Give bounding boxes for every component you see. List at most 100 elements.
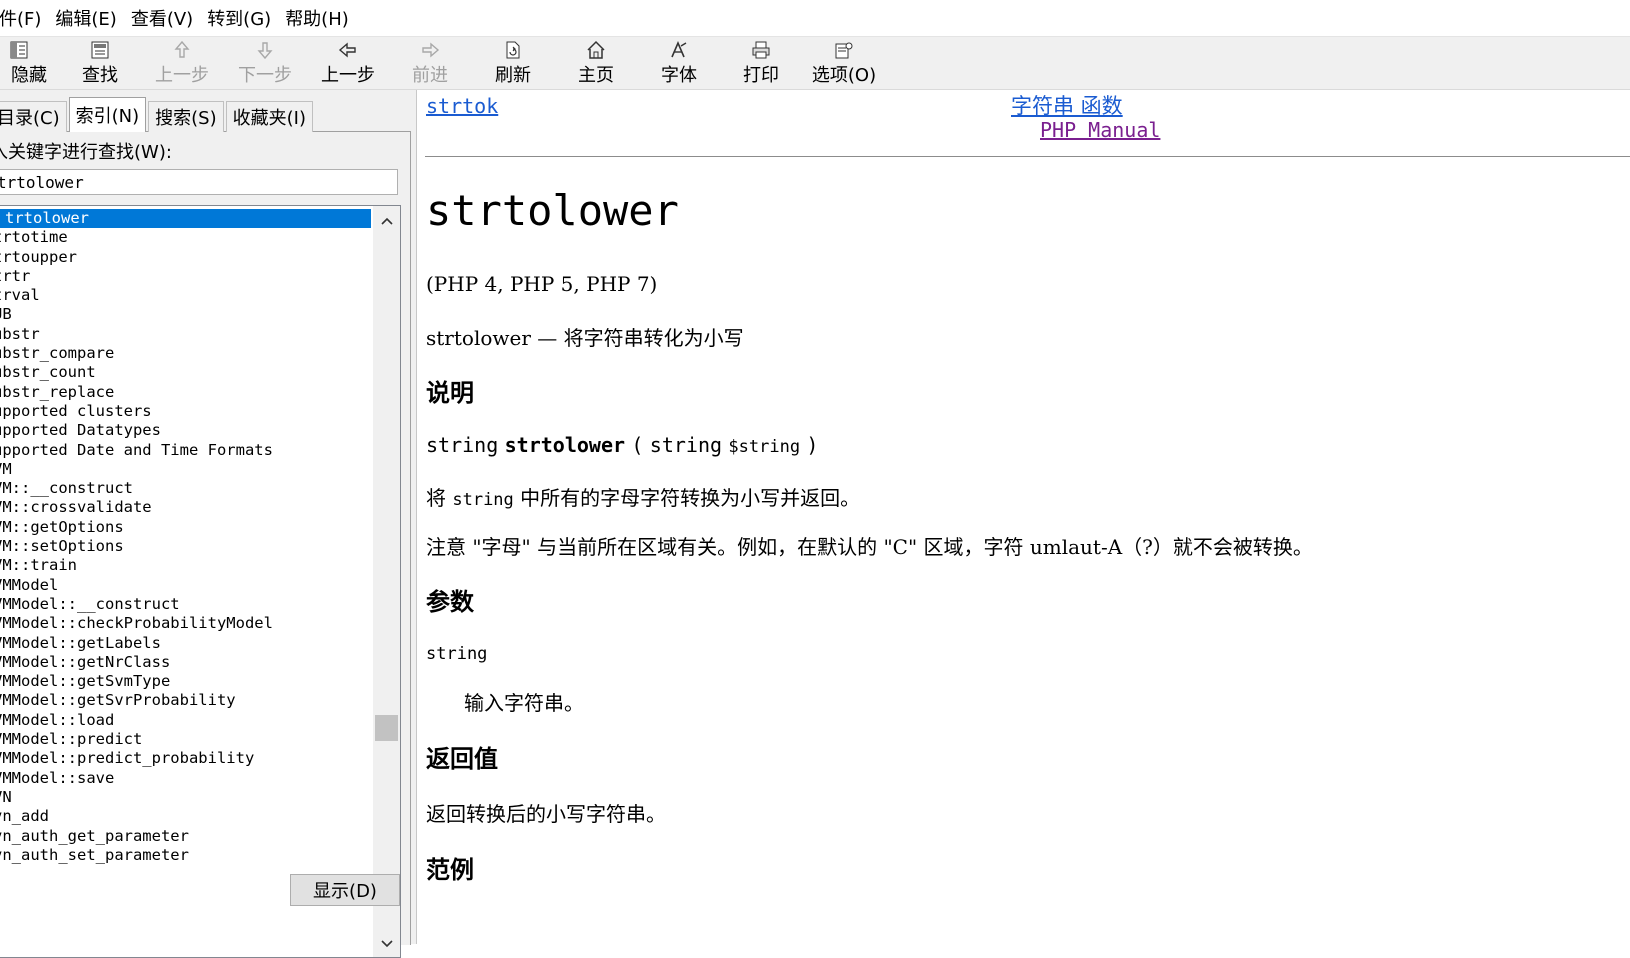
index-list-item[interactable]: ubstr_count <box>0 363 371 382</box>
index-list-item[interactable]: upported Date and Time Formats <box>0 441 371 460</box>
menu-file[interactable]: 件(F) <box>0 5 48 31</box>
description-prefix: 将 <box>426 486 446 510</box>
manual-home-link[interactable]: PHP Manual <box>1040 118 1160 142</box>
parameter-name: string <box>426 644 488 664</box>
index-list-item[interactable]: VMModel::getSvrProbability <box>0 691 371 710</box>
index-list-item[interactable]: VMModel::getSvmType <box>0 672 371 691</box>
index-list-item[interactable]: ubstr_compare <box>0 344 371 363</box>
options-button[interactable]: 选项(O) <box>803 39 885 87</box>
method-signature: string strtolower ( string $string ) <box>426 433 818 457</box>
locale-note: 注意 "字母" 与当前所在区域有关。例如，在默认的 "C" 区域，字符 umla… <box>426 535 1313 559</box>
index-list-item[interactable]: VMModel::predict <box>0 730 371 749</box>
index-list-items: trtolowertrtotimetrtouppertrtrtrvalUBubs… <box>0 209 371 865</box>
section-return-heading: 返回值 <box>426 744 498 773</box>
back-arrow-icon <box>338 39 358 61</box>
index-list-item[interactable]: VN <box>0 788 371 807</box>
content-pane: strtok 字符串 函数 PHP Manual strtolower (PHP… <box>417 90 1630 944</box>
section-description-heading: 说明 <box>426 378 474 407</box>
home-button[interactable]: 主页 <box>555 39 637 87</box>
param-name: $string <box>728 437 801 457</box>
index-list-item[interactable]: VM::crossvalidate <box>0 498 371 517</box>
show-button[interactable]: 显示(D) <box>290 874 400 906</box>
ref-purpose: strtolower — 将字符串转化为小写 <box>426 326 744 350</box>
prev-topic-button[interactable]: 上一步 <box>141 39 223 87</box>
index-list-item[interactable]: vn_auth_get_parameter <box>0 827 371 846</box>
header-divider <box>425 156 1630 157</box>
page-title: strtolower <box>426 186 679 235</box>
prev-page-link[interactable]: strtok <box>426 94 498 118</box>
scroll-up-icon[interactable] <box>373 208 400 234</box>
options-icon <box>834 39 854 61</box>
forward-button[interactable]: 前进 <box>389 39 471 87</box>
index-list-item[interactable]: VMModel::save <box>0 769 371 788</box>
index-list-item[interactable]: vn_auth_set_parameter <box>0 846 371 865</box>
index-list-item[interactable]: VMModel::load <box>0 711 371 730</box>
tab-strip: 目录(C) 索引(N) 搜索(S) 收藏夹(I) <box>0 96 315 132</box>
signature-open-paren: ( <box>631 433 644 457</box>
index-list-item[interactable]: trtotime <box>0 228 371 247</box>
index-list-item[interactable]: ubstr <box>0 325 371 344</box>
menu-goto[interactable]: 转到(G) <box>200 5 278 31</box>
index-list-item[interactable]: trval <box>0 286 371 305</box>
index-list-item[interactable]: trtr <box>0 267 371 286</box>
version-info: (PHP 4, PHP 5, PHP 7) <box>426 272 658 296</box>
index-list-item[interactable]: trtolower <box>0 209 371 229</box>
scrollbar-thumb[interactable] <box>375 715 398 741</box>
refresh-button[interactable]: 刷新 <box>472 39 554 87</box>
menu-view[interactable]: 查看(V) <box>124 5 200 31</box>
font-icon <box>669 39 689 61</box>
toolbar: 隐藏 查找 上一步 下一步 上一步 前进 刷新 主页 字体 打印 选项(O) <box>0 37 1630 90</box>
home-icon <box>586 39 606 61</box>
index-list-item[interactable]: vn_add <box>0 807 371 826</box>
menu-bar: 件(F) 编辑(E) 查看(V) 转到(G) 帮助(H) <box>0 0 1630 37</box>
scroll-down-icon[interactable] <box>373 931 400 957</box>
tab-search[interactable]: 搜索(S) <box>148 101 224 132</box>
index-list-scrollbar[interactable] <box>373 206 400 957</box>
font-button[interactable]: 字体 <box>638 39 720 87</box>
section-examples-heading: 范例 <box>426 855 474 884</box>
index-list[interactable]: trtolowertrtotimetrtouppertrtrtrvalUBubs… <box>0 205 401 958</box>
back-button[interactable]: 上一步 <box>307 39 389 87</box>
navigation-header: strtok 字符串 函数 PHP Manual <box>426 90 1626 150</box>
hide-pane-icon <box>9 39 29 61</box>
find-button[interactable]: 查找 <box>59 39 141 87</box>
index-list-item[interactable]: VMModel::checkProbabilityModel <box>0 614 371 633</box>
index-list-item[interactable]: VM::__construct <box>0 479 371 498</box>
index-list-item[interactable]: VM::getOptions <box>0 518 371 537</box>
menu-help[interactable]: 帮助(H) <box>278 5 356 31</box>
index-list-item[interactable]: VM::train <box>0 556 371 575</box>
tab-contents[interactable]: 目录(C) <box>0 101 67 132</box>
description-suffix: 中所有的字母字符转换为小写并返回。 <box>520 486 861 510</box>
tab-favorites[interactable]: 收藏夹(I) <box>225 101 313 132</box>
index-list-item[interactable]: VM <box>0 460 371 479</box>
next-topic-button[interactable]: 下一步 <box>224 39 306 87</box>
index-list-item[interactable]: upported clusters <box>0 402 371 421</box>
keyword-input[interactable] <box>0 169 398 195</box>
index-list-item[interactable]: VMModel::predict_probability <box>0 749 371 768</box>
menu-edit[interactable]: 编辑(E) <box>48 5 123 31</box>
index-list-item[interactable]: VMModel::__construct <box>0 595 371 614</box>
print-button[interactable]: 打印 <box>720 39 802 87</box>
index-list-item[interactable]: VM::setOptions <box>0 537 371 556</box>
description-code: string <box>452 490 514 510</box>
index-list-item[interactable]: VMModel::getLabels <box>0 634 371 653</box>
index-list-item[interactable]: ubstr_replace <box>0 383 371 402</box>
up-arrow-icon <box>174 39 190 61</box>
index-list-item[interactable]: UB <box>0 305 371 324</box>
down-arrow-icon <box>257 39 273 61</box>
index-list-item[interactable]: VMModel <box>0 576 371 595</box>
parameter-description: 输入字符串。 <box>464 691 584 715</box>
navigation-pane: 目录(C) 索引(N) 搜索(S) 收藏夹(I) 入关键字进行查找(W): tr… <box>0 90 417 958</box>
hide-button[interactable]: 隐藏 <box>0 39 60 87</box>
return-description: 返回转换后的小写字符串。 <box>426 802 666 826</box>
find-icon <box>90 39 110 61</box>
index-list-item[interactable]: trtoupper <box>0 248 371 267</box>
section-parameters-heading: 参数 <box>426 587 474 616</box>
description-text: 将 string 中所有的字母字符转换为小写并返回。 <box>426 482 860 511</box>
return-type: string <box>426 433 499 457</box>
up-section-link[interactable]: 字符串 函数 <box>1011 90 1123 120</box>
tab-index[interactable]: 索引(N) <box>68 97 147 132</box>
index-list-item[interactable]: VMModel::getNrClass <box>0 653 371 672</box>
signature-close-paren: ) <box>806 433 819 457</box>
index-list-item[interactable]: upported Datatypes <box>0 421 371 440</box>
